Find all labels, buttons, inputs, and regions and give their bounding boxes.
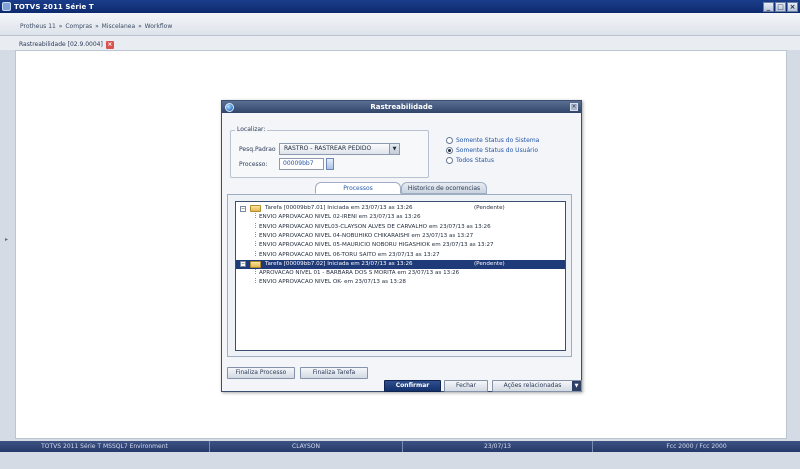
- radio-status-usuario[interactable]: Somente Status do Usuário: [446, 145, 539, 155]
- tab-label: Rastreabilidade [02.9.0004]: [19, 41, 103, 48]
- status-date: 23/07/13: [403, 441, 593, 452]
- radio-button[interactable]: [446, 136, 453, 144]
- tree-guide-line: [255, 213, 256, 219]
- breadcrumb-item[interactable]: Workflow: [145, 23, 173, 30]
- pesq-padrao-value: RASTRO - RASTREAR PEDIDO: [284, 145, 372, 152]
- finaliza-tarefa-button[interactable]: Finaliza Tarefa: [300, 367, 368, 379]
- breadcrumb-item[interactable]: Protheus 11: [20, 23, 56, 30]
- collapse-icon[interactable]: −: [240, 261, 246, 268]
- tree-guide-line: [255, 250, 256, 256]
- tree-guide-line: [255, 241, 256, 247]
- app-icon: [2, 2, 11, 11]
- event-label: ENVIO APROVACAO NIVEL03-CLAYSON ALVES DE…: [259, 223, 491, 230]
- processo-input[interactable]: 00009bb7: [279, 158, 324, 170]
- radio-button[interactable]: [446, 156, 453, 164]
- tree-guide-line: [255, 231, 256, 237]
- event-label: ENVIO APROVACAO NIVEL 04-NOBUHIKO CHIKAR…: [259, 232, 474, 239]
- tree-guide-line: [255, 269, 256, 275]
- processos-panel: − Tarefa [00009bb7.01] Iniciada em 23/07/…: [227, 194, 572, 357]
- status-version: Fcc 2000 / Fcc 2000: [666, 443, 727, 450]
- breadcrumb: Protheus 11 » Compras » Miscelanea » Wor…: [20, 23, 173, 30]
- dialog-tabs: Processos Historico de ocorrencias: [315, 182, 487, 194]
- close-window-button[interactable]: ×: [787, 1, 798, 12]
- event-label: ENVIO APROVACAO NIVEL 05-MAURICIO NOBORU…: [259, 242, 494, 249]
- breadcrumb-bar: Protheus 11 » Compras » Miscelanea » Wor…: [0, 13, 800, 36]
- event-label: APROVACAO NIVEL 01 - BARBARA DOS S MORIT…: [259, 270, 460, 277]
- event-label: ENVIO APROVACAO NIVEL OK- em 23/07/13 as…: [259, 279, 406, 286]
- window-controls: _ □ ×: [763, 1, 798, 12]
- breadcrumb-item[interactable]: Compras: [65, 23, 92, 30]
- radio-button[interactable]: [446, 146, 453, 154]
- process-tree[interactable]: − Tarefa [00009bb7.01] Iniciada em 23/07/…: [235, 201, 566, 351]
- tree-task-node[interactable]: − Tarefa [00009bb7.02] Iniciada em 23/07/…: [236, 259, 565, 269]
- localizar-group: Localizar: Pesq.Padrao RASTRO - RASTREAR…: [230, 126, 429, 178]
- collapse-handle-icon[interactable]: ▸: [5, 236, 9, 244]
- chevron-down-icon[interactable]: ▼: [389, 144, 399, 154]
- task-status: (Pendente): [474, 205, 505, 211]
- maximize-button[interactable]: □: [775, 1, 786, 12]
- radio-status-sistema[interactable]: Somente Status do Sistema: [446, 135, 539, 145]
- breadcrumb-separator: »: [95, 23, 99, 30]
- breadcrumb-item[interactable]: Miscelanea: [102, 23, 135, 30]
- task-label: Tarefa [00009bb7.02] Iniciada em 23/07/1…: [265, 260, 413, 267]
- confirmar-button[interactable]: Confirmar: [384, 380, 441, 392]
- tree-event-node[interactable]: ENVIO APROVACAO NIVEL OK- em 23/07/13 as…: [236, 278, 565, 287]
- radio-label: Somente Status do Usuário: [456, 146, 538, 154]
- finaliza-processo-button[interactable]: Finaliza Processo: [227, 367, 295, 379]
- tree-event-node[interactable]: ENVIO APROVACAO NIVEL 04-NOBUHIKO CHIKAR…: [236, 231, 565, 241]
- tree-task-node[interactable]: − Tarefa [00009bb7.01] Iniciada em 23/07/…: [236, 204, 565, 213]
- event-label: ENVIO APROVACAO NIVEL 06-TORU SAITO em 2…: [259, 251, 440, 258]
- folder-icon: [250, 260, 261, 268]
- pesq-padrao-label: Pesq.Padrao: [239, 146, 276, 153]
- tab-rastreabilidade[interactable]: Rastreabilidade [02.9.0004] ×: [16, 39, 117, 50]
- tree-event-node[interactable]: ENVIO APROVACAO NIVEL 06-TORU SAITO em 2…: [236, 250, 565, 260]
- bottom-strip: [0, 452, 800, 469]
- tree-guide-line: [255, 278, 256, 284]
- dialog-header: Rastreabilidade ×: [222, 101, 581, 113]
- localizar-legend: Localizar:: [235, 126, 268, 133]
- breadcrumb-separator: »: [138, 23, 142, 30]
- chevron-down-icon[interactable]: ▼: [572, 381, 581, 391]
- minimize-button[interactable]: _: [763, 1, 774, 12]
- tab-processos[interactable]: Processos: [315, 182, 401, 194]
- tree-event-node[interactable]: ENVIO APROVACAO NIVEL03-CLAYSON ALVES DE…: [236, 222, 565, 232]
- window-titlebar: TOTVS 2011 Série T _ □ ×: [0, 0, 800, 13]
- document-tabstrip: Rastreabilidade [02.9.0004] ×: [0, 36, 800, 50]
- status-filter-radios: Somente Status do Sistema Somente Status…: [446, 135, 539, 165]
- acoes-label: Ações relacionadas: [503, 382, 562, 389]
- fechar-button[interactable]: Fechar: [444, 380, 488, 392]
- dialog-close-button[interactable]: ×: [570, 103, 578, 111]
- dialog-title: Rastreabilidade: [370, 103, 433, 111]
- radio-label: Todos Status: [456, 156, 494, 164]
- window-title: TOTVS 2011 Série T: [14, 2, 94, 11]
- processo-label: Processo:: [239, 161, 268, 168]
- task-label: Tarefa [00009bb7.01] Iniciada em 23/07/1…: [265, 205, 413, 211]
- tab-historico[interactable]: Historico de ocorrencias: [401, 182, 487, 194]
- tree-event-node[interactable]: ENVIO APROVACAO NIVEL 02-IRENI em 23/07/…: [236, 213, 565, 222]
- status-user: CLAYSON: [210, 441, 403, 452]
- task-status: (Pendente): [474, 260, 505, 267]
- radio-todos-status[interactable]: Todos Status: [446, 155, 539, 165]
- folder-icon: [250, 205, 261, 212]
- status-environment: TOTVS 2011 Série T MSSQL7 Environment: [0, 441, 210, 452]
- statusbar: TOTVS 2011 Série T MSSQL7 Environment CL…: [0, 441, 800, 452]
- pesq-padrao-select[interactable]: RASTRO - RASTREAR PEDIDO ▼: [279, 143, 400, 155]
- tree-event-node[interactable]: ENVIO APROVACAO NIVEL 05-MAURICIO NOBORU…: [236, 241, 565, 250]
- lookup-icon[interactable]: [326, 158, 334, 170]
- radio-label: Somente Status do Sistema: [456, 136, 540, 144]
- rastreabilidade-dialog: Rastreabilidade × Localizar: Pesq.Padrao…: [221, 100, 582, 392]
- breadcrumb-separator: »: [58, 23, 63, 30]
- event-label: ENVIO APROVACAO NIVEL 02-IRENI em 23/07/…: [259, 214, 421, 221]
- tree-event-node[interactable]: APROVACAO NIVEL 01 - BARBARA DOS S MORIT…: [236, 269, 565, 278]
- tree-guide-line: [255, 222, 256, 228]
- collapse-icon[interactable]: −: [240, 205, 246, 212]
- acoes-relacionadas-button[interactable]: Ações relacionadas ▼: [492, 380, 582, 392]
- close-tab-icon[interactable]: ×: [105, 40, 114, 49]
